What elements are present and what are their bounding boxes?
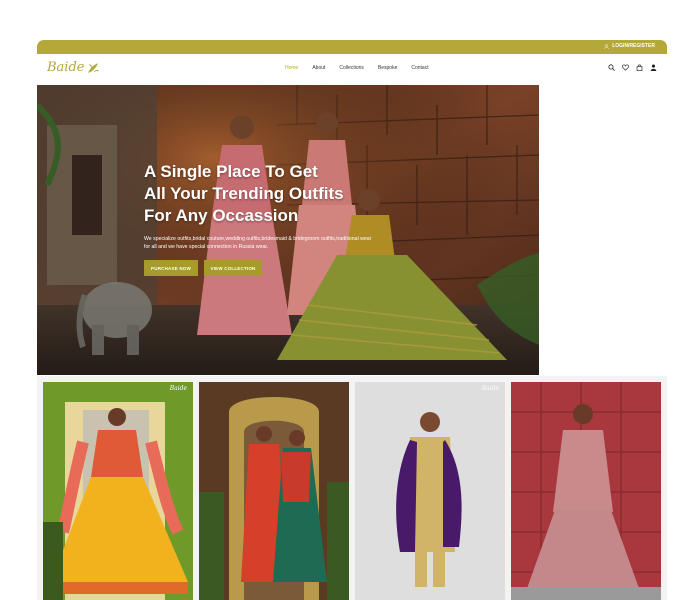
nav-menu: Home About Collections Bespoke Contact bbox=[285, 65, 429, 71]
hero-photo bbox=[37, 85, 539, 375]
hero-title: A Single Place To Get All Your Trending … bbox=[144, 161, 384, 227]
product-card[interactable]: Baide bbox=[43, 382, 193, 600]
search-button[interactable] bbox=[608, 64, 615, 71]
product-card[interactable]: Baide bbox=[355, 382, 505, 600]
product-image bbox=[199, 382, 349, 600]
brand-watermark: Baide bbox=[169, 385, 187, 392]
hero-title-line: A Single Place To Get bbox=[144, 162, 318, 181]
cart-button[interactable] bbox=[636, 64, 643, 71]
nav-item-home[interactable]: Home bbox=[285, 65, 298, 71]
user-icon bbox=[604, 43, 609, 49]
product-card[interactable] bbox=[199, 382, 349, 600]
bag-icon bbox=[636, 64, 643, 71]
logo-text: Baide bbox=[47, 60, 85, 75]
user-icon bbox=[650, 64, 657, 71]
hero-title-line: For Any Occassion bbox=[144, 206, 299, 225]
product-card[interactable] bbox=[511, 382, 661, 600]
product-grid: Baide Baide bbox=[37, 376, 667, 600]
view-collection-button[interactable]: VIEW COLLECTION bbox=[204, 260, 262, 276]
nav-icons bbox=[608, 64, 657, 71]
login-register-label: LOGIN/REGISTER bbox=[612, 43, 655, 49]
nav-item-collections[interactable]: Collections bbox=[339, 65, 363, 71]
account-button[interactable] bbox=[650, 64, 657, 71]
hero-subtitle: We specialize outfits,bridal couture,wed… bbox=[144, 236, 372, 250]
leaf-logo-icon bbox=[88, 62, 100, 73]
hero-title-line: All Your Trending Outfits bbox=[144, 184, 344, 203]
logo[interactable]: Baide bbox=[47, 60, 100, 75]
hero-banner: A Single Place To Get All Your Trending … bbox=[37, 85, 539, 375]
login-register-link[interactable]: LOGIN/REGISTER bbox=[604, 43, 655, 49]
wishlist-button[interactable] bbox=[622, 64, 629, 71]
brand-watermark: Baide bbox=[481, 385, 499, 392]
nav-item-bespoke[interactable]: Bespoke bbox=[378, 65, 397, 71]
product-image bbox=[43, 382, 193, 600]
product-image bbox=[511, 382, 661, 600]
heart-icon bbox=[622, 64, 629, 71]
main-navbar: Baide Home About Collections Bespoke Con… bbox=[37, 54, 667, 84]
search-icon bbox=[608, 64, 615, 71]
nav-item-contact[interactable]: Contact bbox=[411, 65, 428, 71]
product-image bbox=[355, 382, 505, 600]
nav-item-about[interactable]: About bbox=[312, 65, 325, 71]
top-bar: LOGIN/REGISTER bbox=[37, 40, 667, 54]
purchase-now-button[interactable]: PURCHASE NOW bbox=[144, 260, 198, 276]
